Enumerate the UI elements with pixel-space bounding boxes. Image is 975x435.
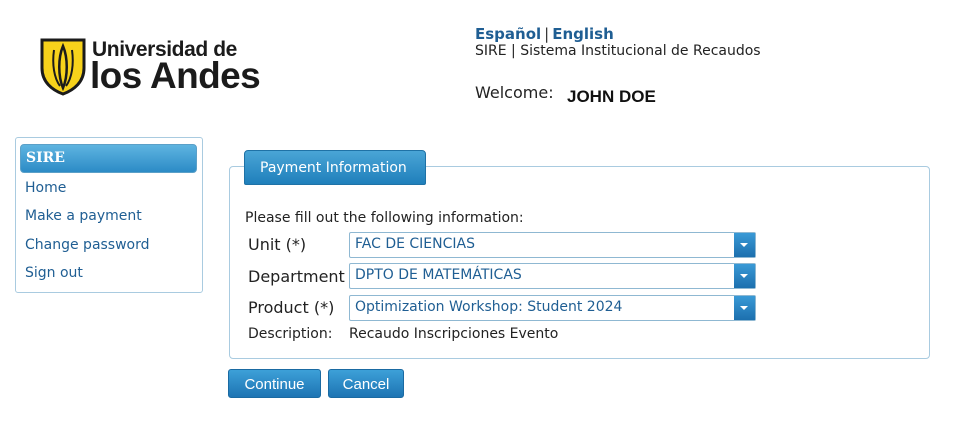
university-logo: Universidad de los Andes [40,38,261,98]
sidebar-item-sign-out[interactable]: Sign out [25,265,83,281]
lang-separator: | [544,25,550,43]
chevron-down-icon[interactable] [734,264,755,288]
user-name: JOHN DOE [567,87,656,106]
sidebar-item-change-password[interactable]: Change password [25,237,150,253]
sidebar-item-home[interactable]: Home [25,180,66,196]
logo-text-line2: los Andes [90,55,261,96]
cancel-button[interactable]: Cancel [328,369,404,398]
lang-en-link[interactable]: English [552,25,614,43]
sidebar-item-make-payment[interactable]: Make a payment [25,208,142,224]
sidebar-title: SIRE [20,144,197,173]
product-select-value: Optimization Workshop: Student 2024 [355,299,623,315]
department-select[interactable]: DPTO DE MATEMÁTICAS [349,263,756,289]
unit-select-value: FAC DE CIENCIAS [355,236,475,252]
description-value: Recaudo Inscripciones Evento [349,326,559,342]
unit-label: Unit (*) [248,235,307,254]
chevron-down-icon[interactable] [734,296,755,320]
continue-button[interactable]: Continue [228,369,321,398]
product-select[interactable]: Optimization Workshop: Student 2024 [349,295,756,321]
description-label: Description: [248,326,333,342]
chevron-down-icon[interactable] [734,233,755,257]
form-instructions: Please fill out the following informatio… [245,210,524,226]
lang-es-link[interactable]: Español [475,25,541,43]
unit-select[interactable]: FAC DE CIENCIAS [349,232,756,258]
sidebar-menu: SIRE Home Make a payment Change password… [15,137,203,293]
language-switcher: Español | English [475,25,614,43]
department-label: Department [248,267,345,286]
system-subtitle: SIRE | Sistema Institucional de Recaudos [475,43,761,59]
department-select-value: DPTO DE MATEMÁTICAS [355,267,522,283]
payment-legend: Payment Information [244,150,426,185]
welcome-label: Welcome: [475,83,554,102]
shield-logo-icon [40,38,86,96]
product-label: Product (*) [248,298,335,317]
